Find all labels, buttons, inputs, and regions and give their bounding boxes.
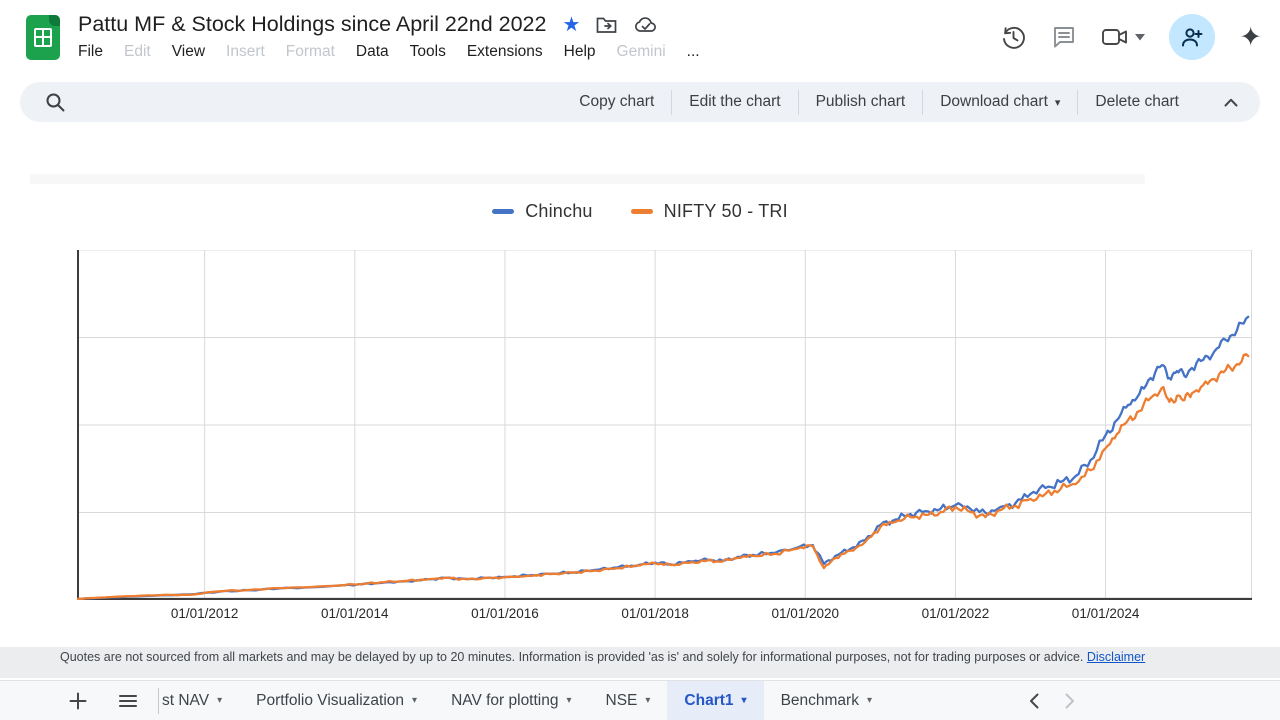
move-to-folder-icon[interactable] bbox=[596, 15, 618, 35]
google-sheets-window: Pattu MF & Stock Holdings since April 22… bbox=[0, 0, 1280, 720]
sheet-tab-bar: st NAV▾Portfolio Visualization▾NAV for p… bbox=[0, 680, 1280, 720]
logo-grid bbox=[34, 28, 52, 47]
x-axis-label: 01/01/2016 bbox=[471, 606, 539, 621]
menu-bar: File Edit View Insert Format Data Tools Extensi… bbox=[78, 43, 700, 61]
x-axis-labels: 01/01/2012 01/01/2014 01/01/2016 01/01/2018… bbox=[0, 606, 1280, 626]
legend-swatch bbox=[631, 209, 653, 214]
delete-chart-button[interactable]: Delete chart bbox=[1078, 93, 1196, 111]
menu-data[interactable]: Data bbox=[356, 43, 389, 61]
sheet-tab-nav-for-plotting[interactable]: NAV for plotting ▾ bbox=[434, 681, 588, 720]
edit-the-chart-button[interactable]: Edit the chart bbox=[672, 93, 797, 111]
legend-swatch bbox=[492, 209, 514, 214]
video-call-button[interactable] bbox=[1101, 26, 1145, 48]
app-header: Pattu MF & Stock Holdings since April 22… bbox=[0, 0, 1280, 80]
quotes-disclaimer: Quotes are not sourced from all markets … bbox=[0, 647, 1280, 678]
menu-help[interactable]: Help bbox=[564, 43, 596, 61]
tab-caret-icon: ▾ bbox=[412, 695, 417, 706]
sheet-tab-st-nav[interactable]: st NAV ▾ bbox=[159, 681, 239, 720]
tab-label: st NAV bbox=[162, 692, 209, 710]
chart-context-toolbar: Copy chartEdit the chartPublish chartDow… bbox=[20, 82, 1260, 122]
tab-label: Portfolio Visualization bbox=[256, 692, 404, 710]
gemini-sparkle-icon[interactable]: ✦ bbox=[1239, 24, 1262, 51]
x-axis-label: 01/01/2024 bbox=[1072, 606, 1140, 621]
x-axis-label: 01/01/2012 bbox=[171, 606, 239, 621]
disclaimer-link[interactable]: Disclaimer bbox=[1087, 650, 1145, 664]
publish-chart-button[interactable]: Publish chart bbox=[799, 93, 923, 111]
search-icon[interactable] bbox=[44, 91, 66, 113]
sheets-logo-icon[interactable] bbox=[26, 15, 60, 60]
x-axis-label: 01/01/2018 bbox=[621, 606, 689, 621]
menu-more[interactable]: ... bbox=[687, 43, 700, 61]
tab-label: NAV for plotting bbox=[451, 692, 558, 710]
tab-label: Benchmark bbox=[781, 692, 859, 710]
all-sheets-menu-icon[interactable] bbox=[110, 694, 146, 708]
document-title[interactable]: Pattu MF & Stock Holdings since April 22… bbox=[78, 12, 546, 37]
dimmed-sheet-content bbox=[30, 174, 1145, 184]
legend-item: NIFTY 50 - TRI bbox=[631, 201, 788, 222]
legend-item: Chinchu bbox=[492, 201, 592, 222]
legend-label: Chinchu bbox=[525, 201, 592, 222]
menu-edit: Edit bbox=[124, 43, 151, 61]
series-line-chinchu bbox=[77, 317, 1248, 599]
tab-label: NSE bbox=[606, 692, 638, 710]
download-chart-button[interactable]: Download chart▾ bbox=[923, 93, 1077, 111]
person-add-icon bbox=[1180, 26, 1204, 48]
sheet-tab-chart1[interactable]: Chart1 ▾ bbox=[667, 681, 763, 720]
chart-legend: Chinchu NIFTY 50 - TRI bbox=[0, 201, 1280, 222]
comment-icon[interactable] bbox=[1051, 24, 1077, 50]
sheet-tab-benchmark[interactable]: Benchmark ▾ bbox=[764, 681, 889, 720]
menu-view[interactable]: View bbox=[172, 43, 205, 61]
sheet-tabs: st NAV▾Portfolio Visualization▾NAV for p… bbox=[159, 681, 889, 720]
tab-caret-icon: ▾ bbox=[742, 695, 747, 706]
disclaimer-text: Quotes are not sourced from all markets … bbox=[60, 650, 1083, 664]
share-button[interactable] bbox=[1169, 14, 1215, 60]
copy-chart-button[interactable]: Copy chart bbox=[562, 93, 671, 111]
tab-caret-icon: ▾ bbox=[217, 695, 222, 706]
sheet-tab-portfolio-visualization[interactable]: Portfolio Visualization ▾ bbox=[239, 681, 434, 720]
scroll-tabs-left-icon[interactable] bbox=[1029, 693, 1039, 709]
tab-caret-icon: ▾ bbox=[867, 695, 872, 706]
sheet-tab-nse[interactable]: NSE ▾ bbox=[589, 681, 668, 720]
menu-gemini: Gemini bbox=[617, 43, 666, 61]
scroll-tabs-right-icon[interactable] bbox=[1065, 693, 1075, 709]
menu-extensions[interactable]: Extensions bbox=[467, 43, 543, 61]
menu-file[interactable]: File bbox=[78, 43, 103, 61]
logo-fold bbox=[49, 15, 60, 26]
legend-label: NIFTY 50 - TRI bbox=[664, 201, 788, 222]
add-sheet-button[interactable] bbox=[60, 692, 96, 710]
menu-insert: Insert bbox=[226, 43, 265, 61]
menu-tools[interactable]: Tools bbox=[410, 43, 446, 61]
tab-label: Chart1 bbox=[684, 692, 733, 710]
x-axis-label: 01/01/2020 bbox=[771, 606, 839, 621]
version-history-icon[interactable] bbox=[1000, 24, 1027, 51]
collapse-toolbar-icon[interactable] bbox=[1224, 98, 1238, 107]
cloud-saved-icon bbox=[634, 15, 658, 35]
tab-caret-icon: ▾ bbox=[645, 695, 650, 706]
tab-caret-icon: ▾ bbox=[566, 695, 571, 706]
menu-format: Format bbox=[286, 43, 335, 61]
x-axis-label: 01/01/2014 bbox=[321, 606, 389, 621]
star-icon[interactable]: ★ bbox=[562, 15, 580, 35]
caret-down-icon: ▾ bbox=[1055, 96, 1061, 109]
chevron-down-icon bbox=[1135, 34, 1145, 41]
line-chart-plot[interactable] bbox=[77, 250, 1252, 600]
x-axis-label: 01/01/2022 bbox=[922, 606, 990, 621]
chart-action-buttons: Copy chartEdit the chartPublish chartDow… bbox=[562, 90, 1196, 115]
